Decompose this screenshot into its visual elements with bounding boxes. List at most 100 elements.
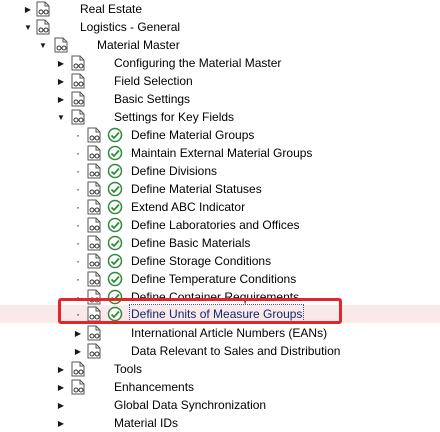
tree-node-label: Define Basic Materials <box>131 236 251 250</box>
doc-glasses-icon <box>87 325 101 341</box>
execute-clock-icon[interactable] <box>107 306 123 322</box>
tree-node-label: Extend ABC Indicator <box>131 200 246 214</box>
doc-glasses-icon <box>36 19 50 35</box>
execute-clock-icon[interactable] <box>107 271 123 287</box>
tree-activity-define-basic-materials[interactable]: · Define Basic Materials <box>0 234 440 252</box>
tree-node-label: Basic Settings <box>114 92 191 106</box>
chevron-right-icon[interactable]: ▶ <box>55 72 67 90</box>
chevron-right-icon[interactable]: ▶ <box>55 54 67 72</box>
doc-glasses-icon <box>71 361 85 377</box>
tree-node-label: International Article Numbers (EANs) <box>131 326 328 340</box>
tree-node-global-data-sync[interactable]: ▶ Global Data Synchronization <box>0 396 440 414</box>
bullet-icon: · <box>76 290 80 304</box>
tree-node-label: Real Estate <box>80 2 143 16</box>
tree-node-data-relevant-sales-distribution[interactable]: ▶ Data Relevant to Sales and Distributio… <box>0 342 440 360</box>
chevron-right-icon[interactable]: ▶ <box>55 360 67 378</box>
tree-node-label: Settings for Key Fields <box>114 110 235 124</box>
execute-clock-icon[interactable] <box>107 145 123 161</box>
doc-glasses-icon <box>54 37 68 53</box>
tree-activity-define-material-groups[interactable]: · Define Material Groups <box>0 126 440 144</box>
chevron-right-icon[interactable]: ▶ <box>55 90 67 108</box>
chevron-right-icon[interactable]: ▶ <box>22 0 34 18</box>
tree-node-label: Material Master <box>97 38 180 52</box>
bullet-icon: · <box>76 218 80 232</box>
doc-glasses-icon[interactable] <box>86 145 102 161</box>
tree-node-label: Material IDs <box>114 416 179 430</box>
execute-clock-icon[interactable] <box>107 199 123 215</box>
tree-node-label: Tools <box>114 362 143 376</box>
tree-node-label: Define Temperature Conditions <box>131 272 297 286</box>
tree-node-label: Enhancements <box>114 380 195 394</box>
tree-node-label: Field Selection <box>114 74 193 88</box>
tree-activity-define-laboratories-offices[interactable]: · Define Laboratories and Offices <box>0 216 440 234</box>
tree-node-logistics-general[interactable]: ▼ Logistics - General <box>0 18 440 36</box>
chevron-right-icon[interactable]: ▶ <box>72 342 84 360</box>
doc-glasses-icon[interactable] <box>86 253 102 269</box>
tree-node-label: Configuring the Material Master <box>114 56 282 70</box>
tree-activity-define-container-requirements[interactable]: · Define Container Requirements <box>0 288 440 306</box>
execute-clock-icon[interactable] <box>107 253 123 269</box>
doc-glasses-icon[interactable] <box>86 181 102 197</box>
chevron-down-icon[interactable]: ▼ <box>37 36 49 54</box>
doc-glasses-icon[interactable] <box>86 217 102 233</box>
tree-activity-define-storage-conditions[interactable]: · Define Storage Conditions <box>0 252 440 270</box>
execute-clock-icon[interactable] <box>107 289 123 305</box>
doc-glasses-icon[interactable] <box>86 127 102 143</box>
bullet-icon: · <box>76 272 80 286</box>
execute-clock-icon[interactable] <box>107 235 123 251</box>
tree-node-label: Maintain External Material Groups <box>131 146 313 160</box>
bullet-icon: · <box>76 254 80 268</box>
tree-node-label: Logistics - General <box>80 20 181 34</box>
chevron-down-icon[interactable]: ▼ <box>22 18 34 36</box>
execute-clock-icon[interactable] <box>107 127 123 143</box>
img-tree: ▶ Real Estate ▼ Logistics - General ▼ Ma… <box>0 0 440 430</box>
chevron-right-icon[interactable]: ▶ <box>72 324 84 342</box>
chevron-right-icon[interactable]: ▶ <box>55 378 67 396</box>
tree-node-tools[interactable]: ▶ Tools <box>0 360 440 378</box>
tree-activity-define-material-statuses[interactable]: · Define Material Statuses <box>0 180 440 198</box>
tree-node-material-ids[interactable]: ▶ Material IDs <box>0 414 440 432</box>
execute-clock-icon[interactable] <box>107 181 123 197</box>
tree-node-material-master[interactable]: ▼ Material Master <box>0 36 440 54</box>
tree-node-label: Define Material Statuses <box>131 182 262 196</box>
chevron-down-icon[interactable]: ▼ <box>55 108 67 126</box>
doc-glasses-icon[interactable] <box>86 163 102 179</box>
tree-activity-maintain-external-material-groups[interactable]: · Maintain External Material Groups <box>0 144 440 162</box>
doc-glasses-icon[interactable] <box>86 271 102 287</box>
bullet-icon: · <box>76 128 80 142</box>
bullet-icon: · <box>76 146 80 160</box>
tree-node-label: Define Storage Conditions <box>131 254 272 268</box>
doc-glasses-icon[interactable] <box>86 199 102 215</box>
bullet-icon: · <box>76 307 80 321</box>
chevron-right-icon[interactable]: ▶ <box>55 396 67 414</box>
doc-glasses-icon[interactable] <box>86 235 102 251</box>
tree-activity-define-units-of-measure-groups[interactable]: · Define Units of Measure Groups <box>0 304 440 324</box>
tree-activity-extend-abc-indicator[interactable]: · Extend ABC Indicator <box>0 198 440 216</box>
tree-node-label: Global Data Synchronization <box>114 398 267 412</box>
tree-node-international-article-numbers[interactable]: ▶ International Article Numbers (EANs) <box>0 324 440 342</box>
doc-glasses-icon <box>71 91 85 107</box>
doc-glasses-icon[interactable] <box>86 306 102 322</box>
tree-activity-define-temperature-conditions[interactable]: · Define Temperature Conditions <box>0 270 440 288</box>
tree-node-enhancements[interactable]: ▶ Enhancements <box>0 378 440 396</box>
doc-glasses-icon <box>71 55 85 71</box>
tree-node-settings-key-fields[interactable]: ▼ Settings for Key Fields <box>0 108 440 126</box>
execute-clock-icon[interactable] <box>107 163 123 179</box>
tree-node-basic-settings[interactable]: ▶ Basic Settings <box>0 90 440 108</box>
tree-node-label: Define Divisions <box>131 164 218 178</box>
tree-node-label: Define Laboratories and Offices <box>131 218 300 232</box>
bullet-icon: · <box>76 200 80 214</box>
execute-clock-icon[interactable] <box>107 217 123 233</box>
tree-node-configuring-material-master[interactable]: ▶ Configuring the Material Master <box>0 54 440 72</box>
tree-node-label: Define Container Requirements <box>131 290 300 304</box>
tree-node-real-estate[interactable]: ▶ Real Estate <box>0 0 440 18</box>
doc-glasses-icon <box>71 73 85 89</box>
bullet-icon: · <box>76 182 80 196</box>
tree-node-field-selection[interactable]: ▶ Field Selection <box>0 72 440 90</box>
doc-glasses-icon <box>71 379 85 395</box>
doc-glasses-icon <box>36 1 50 17</box>
doc-glasses-icon[interactable] <box>86 289 102 305</box>
chevron-right-icon[interactable]: ▶ <box>55 414 67 432</box>
doc-glasses-icon <box>71 109 85 125</box>
tree-activity-define-divisions[interactable]: · Define Divisions <box>0 162 440 180</box>
